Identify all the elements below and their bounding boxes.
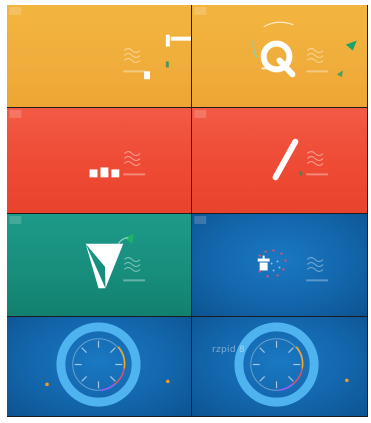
wave-logo-icon: [123, 48, 141, 63]
corner-tag-icon: [194, 109, 207, 118]
corner-tag-icon: [9, 6, 22, 15]
orange-dot-shape: [345, 378, 349, 383]
frame-yellow-2-art: [194, 6, 357, 78]
wave-logo-icon: [123, 151, 141, 166]
corner-tag-icon: [9, 109, 22, 118]
green-triangle-shape: [345, 40, 357, 51]
frame-blue-1[interactable]: [192, 214, 368, 317]
three-blocks-shape: [89, 167, 120, 178]
watermark-text: rzpid 8: [212, 345, 246, 355]
tiny-caption-shape: [306, 173, 329, 176]
orange-dot-shape: [45, 382, 49, 387]
tiny-caption-shape: [123, 279, 146, 282]
frame-yellow-1[interactable]: [7, 5, 192, 108]
frame-red-1[interactable]: [7, 108, 192, 214]
frame-grid: rzpid 8: [7, 5, 368, 417]
frame-blue-3-art: [234, 322, 349, 407]
tiny-caption-shape: [123, 70, 146, 73]
corner-tag-icon: [9, 215, 22, 224]
frame-blue-2[interactable]: [7, 317, 192, 417]
wave-logo-icon: [306, 151, 324, 166]
wave-logo-icon: [123, 257, 141, 272]
tiny-caption-shape: [306, 279, 329, 282]
slash-shape: [272, 138, 299, 181]
frame-red-2[interactable]: [192, 108, 368, 214]
small-green-triangle-shape: [336, 70, 343, 78]
frame-teal-art: [9, 215, 146, 289]
check-glyph-icon: [85, 243, 124, 289]
frame-yellow-1-art: [9, 6, 191, 80]
q-glyph-icon: [260, 40, 296, 78]
frame-red-2-art: [194, 109, 329, 181]
dial-ring-icon: [56, 322, 141, 407]
arc-stroke-shape: [263, 21, 294, 28]
corner-tag-icon: [194, 6, 207, 15]
frame-red-1-art: [9, 109, 146, 178]
preview-page: rzpid 8: [0, 0, 371, 423]
white-block-shape: [144, 71, 150, 80]
green-dot-shape: [299, 171, 303, 176]
underline-shape: [261, 67, 274, 70]
corner-tag-icon: [194, 215, 207, 224]
light-dots-shape: [270, 260, 281, 272]
orange-dot-shape-2: [166, 379, 170, 384]
dial-ring-icon: [234, 322, 319, 407]
frame-blue-2-art: [45, 322, 170, 407]
frame-blue-3[interactable]: rzpid 8: [192, 317, 368, 417]
wave-logo-icon: [306, 48, 324, 63]
frame-blue-1-art: [194, 215, 329, 282]
tiny-caption-shape: [306, 70, 329, 73]
white-bar-shape: [170, 36, 191, 41]
arc-stroke-green-shape: [252, 39, 258, 58]
white-tick-shape: [165, 34, 170, 47]
tiny-caption-shape: [123, 173, 146, 176]
green-triangle-shape: [124, 233, 135, 244]
green-dot-shape: [165, 61, 169, 68]
wave-logo-icon: [306, 257, 324, 272]
frame-yellow-2[interactable]: [192, 5, 368, 108]
logo-glyph-shape: [257, 255, 270, 271]
frame-teal[interactable]: [7, 214, 192, 317]
